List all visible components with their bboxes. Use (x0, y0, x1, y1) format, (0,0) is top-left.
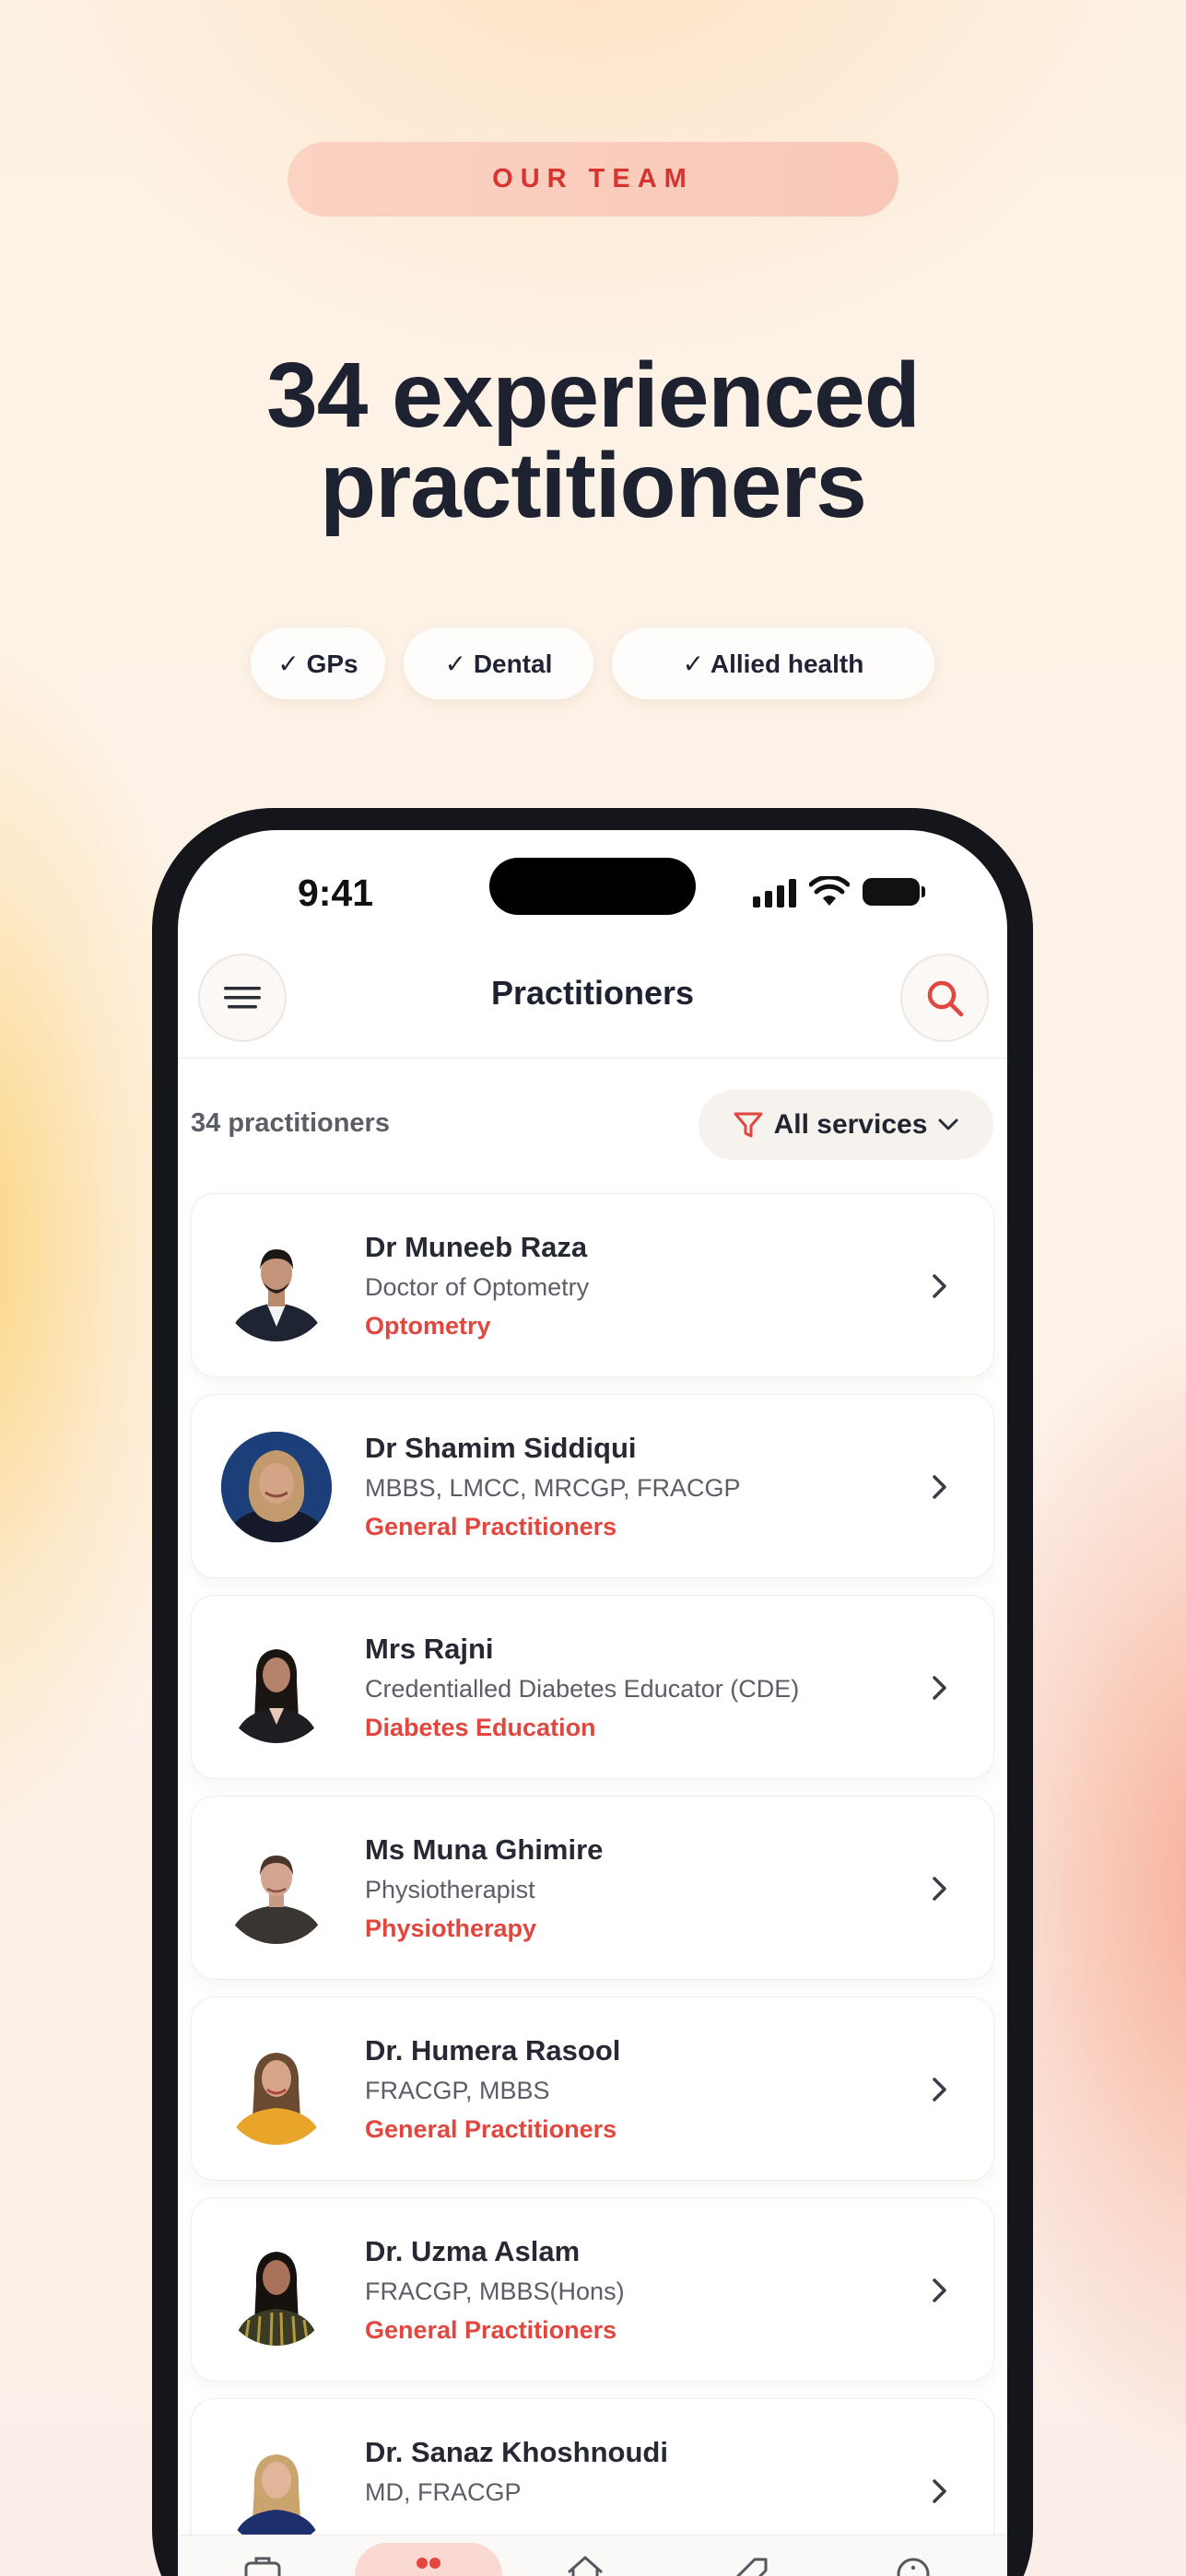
avatar (221, 2436, 332, 2547)
dynamic-island (489, 858, 696, 915)
practitioner-name: Dr Muneeb Raza (365, 1231, 588, 1263)
avatar (221, 2235, 332, 2346)
chip-gps: ✓ GPs (251, 627, 385, 699)
chevron-right-icon (933, 1676, 946, 1700)
practitioner-name: Dr. Uzma Aslam (365, 2235, 581, 2267)
chevron-right-icon (933, 2278, 946, 2302)
eyebrow-label: OUR TEAM (492, 164, 694, 193)
practitioner-card[interactable]: Dr Muneeb Raza Doctor of Optometry Optom… (191, 1193, 994, 1377)
headline-line-2: practitioners (320, 434, 867, 537)
avatar (221, 1633, 332, 1743)
chip-dental: ✓ Dental (404, 627, 593, 699)
avatar (221, 1432, 332, 1542)
headline-line-1: 34 experienced (266, 344, 921, 447)
practitioner-name: Dr Shamim Siddiqui (365, 1432, 637, 1464)
practitioner-name: Mrs Rajni (365, 1633, 494, 1665)
chevron-right-icon (933, 1274, 946, 1298)
practitioner-credentials: Physiotherapist (365, 1876, 535, 1903)
chevron-right-icon (933, 1475, 946, 1499)
practitioner-specialty: Diabetes Education (365, 1714, 596, 1741)
app-top-bar: Practitioners (178, 948, 1007, 1059)
practitioner-specialty: Optometry (365, 1312, 491, 1340)
chevron-right-icon (933, 2479, 946, 2503)
practitioner-credentials: Doctor of Optometry (365, 1273, 590, 1301)
practitioner-list: Dr Muneeb Raza Doctor of Optometry Optom… (191, 1193, 994, 2576)
wifi-icon (809, 876, 850, 906)
chevron-down-icon (938, 1118, 958, 1130)
practitioner-card[interactable]: Dr. Uzma Aslam FRACGP, MBBS(Hons) Genera… (191, 2197, 994, 2382)
filter-icon (734, 1112, 763, 1138)
practitioner-name: Dr. Humera Rasool (365, 2034, 621, 2067)
practitioner-credentials: FRACGP, MBBS(Hons) (365, 2277, 625, 2305)
practitioner-specialty: General Practitioners (365, 1513, 617, 1540)
practitioner-card[interactable]: Dr Shamim Siddiqui MBBS, LMCC, MRCGP, FR… (191, 1394, 994, 1578)
chip-allied-health: ✓ Allied health (612, 627, 934, 699)
chevron-right-icon (933, 1877, 946, 1901)
practitioner-credentials: MBBS, LMCC, MRCGP, FRACGP (365, 1474, 741, 1502)
services-filter-dropdown[interactable]: All services (699, 1090, 993, 1160)
practitioner-specialty: General Practitioners (365, 2115, 617, 2143)
people-icon[interactable] (408, 2552, 449, 2576)
avatar (221, 2034, 332, 2145)
practitioner-credentials: Credentialled Diabetes Educator (CDE) (365, 1675, 800, 1703)
status-icons (753, 874, 925, 907)
practitioner-card[interactable]: Dr. Humera Rasool FRACGP, MBBS General P… (191, 1996, 994, 2181)
bottom-tab-bar (178, 2535, 1007, 2576)
filter-label: All services (773, 1109, 928, 1140)
hero-headline: 34 experienced practitioners (0, 344, 1186, 537)
section-eyebrow-pill: OUR TEAM (288, 142, 898, 217)
chevron-right-icon (933, 2078, 946, 2102)
medical-bag-icon[interactable] (242, 2552, 283, 2576)
phone-screen: 9:41 Practitioners 34 practitioners All … (178, 830, 1007, 2576)
practitioner-card[interactable]: Ms Muna Ghimire Physiotherapist Physioth… (191, 1796, 994, 1980)
search-button[interactable] (900, 954, 989, 1042)
practitioner-specialty: General Practitioners (365, 2316, 617, 2344)
search-icon (927, 980, 964, 1017)
battery-icon (863, 876, 925, 907)
cellular-signal-icon (753, 878, 796, 907)
practitioner-card[interactable]: Mrs Rajni Credentialled Diabetes Educato… (191, 1595, 994, 1779)
practitioner-name: Ms Muna Ghimire (365, 1833, 604, 1866)
info-icon[interactable] (893, 2552, 934, 2576)
status-time: 9:41 (298, 872, 374, 914)
home-icon[interactable] (565, 2552, 605, 2576)
avatar (221, 1231, 332, 1341)
tag-icon[interactable] (731, 2552, 771, 2576)
avatar (221, 1833, 332, 1944)
feature-chips: ✓ GPs ✓ Dental ✓ Allied health (0, 627, 1186, 699)
practitioner-credentials: FRACGP, MBBS (365, 2077, 550, 2104)
practitioner-count: 34 practitioners (191, 1108, 390, 1138)
practitioner-credentials: MD, FRACGP (365, 2478, 522, 2506)
practitioner-specialty: Physiotherapy (365, 1914, 537, 1942)
practitioner-name: Dr. Sanaz Khoshnoudi (365, 2436, 668, 2468)
page-title: Practitioners (490, 974, 695, 1012)
